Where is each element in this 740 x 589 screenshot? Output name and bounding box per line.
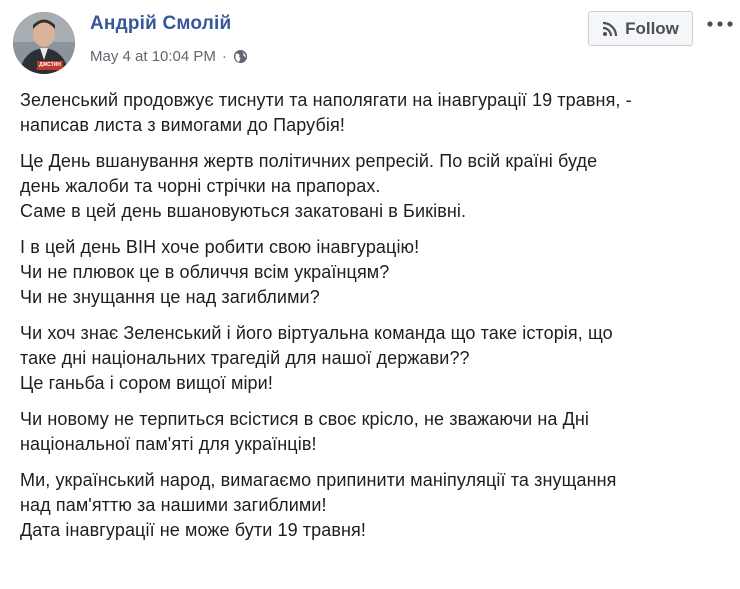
post-line: І в цей день ВІН хоче робити свою інавгу…: [20, 237, 420, 257]
post-paragraph: Зеленський продовжує тиснути та наполяга…: [20, 88, 732, 138]
post-line: Ми, український народ, вимагаємо припини…: [20, 470, 617, 490]
post-line: над пам'яттю за нашими загиблими!: [20, 495, 327, 515]
post-meta: May 4 at 10:04 PM ·: [90, 48, 248, 65]
post-line: Дата інавгурації не може бути 19 травня!: [20, 520, 367, 540]
post-paragraph: Чи хоч знає Зеленський і його віртуальна…: [20, 321, 732, 396]
post-line: написав листа з вимогами до Парубія!: [20, 115, 345, 135]
post-line: Чи хоч знає Зеленський і його віртуальна…: [20, 323, 613, 343]
avatar[interactable]: ДЖСТИН: [13, 12, 75, 74]
more-options-icon[interactable]: [706, 14, 734, 34]
post-timestamp[interactable]: May 4 at 10:04 PM: [90, 48, 216, 65]
author-name[interactable]: Андрій Смолій: [90, 13, 231, 35]
post-line: Зеленський продовжує тиснути та наполяга…: [20, 90, 632, 110]
post-paragraph: І в цей день ВІН хоче робити свою інавгу…: [20, 235, 732, 310]
post-paragraph: Чи новому не терпиться всістися в своє к…: [20, 407, 732, 457]
post-line: Чи не знущання це над загиблими?: [20, 287, 320, 307]
globe-icon[interactable]: [233, 49, 248, 64]
meta-separator: ·: [221, 48, 227, 65]
post-paragraph: Це День вшанування жертв політичних репр…: [20, 149, 732, 224]
post-line: день жалоби та чорні стрічки на прапорах…: [20, 176, 381, 196]
post-line: Чи не плювок це в обличчя всім українцям…: [20, 262, 390, 282]
follow-label: Follow: [625, 18, 679, 38]
post-line: національної пам'яті для українців!: [20, 434, 317, 454]
post-body: Зеленський продовжує тиснути та наполяга…: [20, 88, 732, 554]
post-line: Саме в цей день вшановуються закатовані …: [20, 201, 467, 221]
post-line: таке дні національних трагедій для нашої…: [20, 348, 470, 368]
follow-button[interactable]: Follow: [588, 11, 693, 46]
facebook-post: ДЖСТИН Андрій Смолій May 4 at 10:04 PM ·…: [0, 0, 740, 589]
post-line: Це День вшанування жертв політичних репр…: [20, 151, 598, 171]
post-line: Чи новому не терпиться всістися в своє к…: [20, 409, 590, 429]
avatar-badge-text: ДЖСТИН: [39, 62, 61, 68]
post-line: Це ганьба і сором вищої міри!: [20, 373, 273, 393]
rss-icon: [602, 21, 618, 37]
post-paragraph: Ми, український народ, вимагаємо припини…: [20, 468, 732, 543]
